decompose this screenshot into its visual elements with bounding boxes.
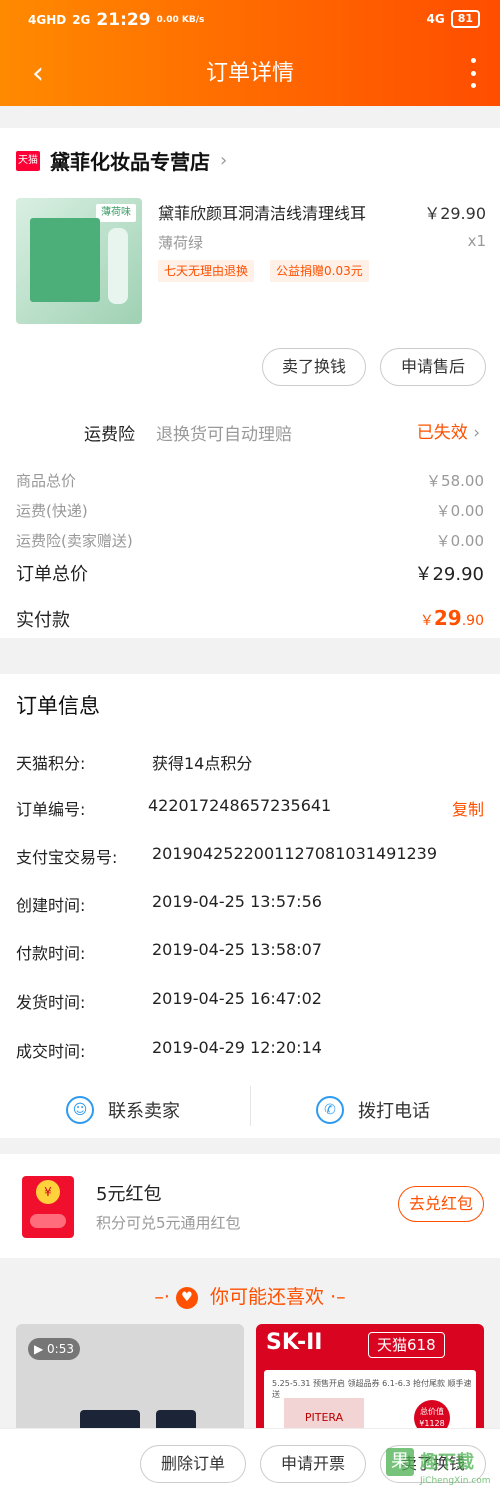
order-info-title: 订单信息 xyxy=(16,694,100,718)
info-value: 2019-04-29 12:20:14 xyxy=(152,1038,322,1057)
recommend-item-skii[interactable]: SK-II 天猫618 5.25-5.31 预售开启 领超品券 6.1-6.3 … xyxy=(256,1324,484,1444)
heart-icon: ♥ xyxy=(175,1286,198,1309)
watermark: 果 趣下载 JiChengXin.com xyxy=(386,1446,498,1492)
sell-button[interactable]: 卖了换钱 xyxy=(262,348,366,386)
product-quantity: x1 xyxy=(467,232,486,250)
tmall-badge-icon: 天猫 xyxy=(16,150,40,171)
recommend-title: –· ♥ 你可能还喜欢 ·– xyxy=(154,1286,346,1309)
freight-insurance-desc: 退换货可自动理赔 xyxy=(156,425,292,445)
total-label: 订单总价 xyxy=(16,564,88,585)
order-info-card: 订单信息 天猫积分: 获得14点积分 订单编号: 422017248657235… xyxy=(0,674,500,1138)
after-sale-button[interactable]: 申请售后 xyxy=(380,348,486,386)
phone-icon: ✆ xyxy=(316,1096,344,1124)
more-vertical-icon[interactable] xyxy=(468,58,478,88)
thumb-label: 薄荷味 xyxy=(96,204,136,222)
cost-row: 商品总价 ￥58.00 xyxy=(16,470,484,491)
delete-order-button[interactable]: 删除订单 xyxy=(140,1445,246,1483)
cost-value: ￥0.00 xyxy=(435,502,484,520)
order-total-row: 订单总价 ￥29.90 xyxy=(16,560,484,586)
promo-line: 5.25-5.31 预售开启 领超品券 6.1-6.3 抢付尾款 顺手速送 xyxy=(272,1379,472,1399)
product-price: ￥29.90 xyxy=(424,204,486,223)
page-title: 订单详情 xyxy=(205,61,294,86)
chevron-right-icon: › xyxy=(220,150,228,171)
call-button[interactable]: ✆ 拨打电话 xyxy=(316,1082,430,1138)
freight-status-text: 已失效 xyxy=(416,423,468,443)
info-value: 获得14点积分 xyxy=(152,754,253,773)
info-label: 创建时间: xyxy=(16,896,86,915)
status-bar: 4GHD 2G 21:29 0.00 KB/s 4G 81 xyxy=(0,6,500,32)
freight-insurance-label: 运费险 xyxy=(84,425,135,445)
net-speed: 0.00 KB/s xyxy=(156,15,205,25)
red-packet-card: ¥ 5元红包 积分可兑5元通用红包 去兑红包 xyxy=(0,1154,500,1258)
info-label: 支付宝交易号: xyxy=(16,848,118,867)
red-packet-title: 5元红包 xyxy=(96,1184,162,1205)
info-value: 2019042522001127081031491239 xyxy=(152,844,438,863)
nav-bar: ‹ 订单详情 xyxy=(0,50,500,98)
info-label: 发货时间: xyxy=(16,993,86,1012)
cost-label: 商品总价 xyxy=(16,472,77,490)
watermark-text: 趣下载 xyxy=(420,1452,474,1473)
cost-value: ￥58.00 xyxy=(426,472,484,490)
recommend-item-video[interactable]: ▶ 0:53 xyxy=(16,1324,244,1444)
cost-label: 运费险(卖家赠送) xyxy=(16,532,133,550)
red-packet-icon: ¥ xyxy=(22,1176,74,1238)
product-title[interactable]: 黛菲欣颜耳洞清洁线清理线耳 xyxy=(158,200,398,224)
info-label: 订单编号: xyxy=(16,800,86,819)
watermark-logo: 果 xyxy=(386,1448,414,1476)
product-tube-image xyxy=(108,228,128,304)
info-value: 2019-04-25 16:47:02 xyxy=(152,989,322,1008)
return-policy-tag: 七天无理由退换 xyxy=(158,260,255,282)
order-product-card: 天猫 黛菲化妆品专营店 › 薄荷味 黛菲欣颜耳洞清洁线清理线耳 ￥29.90 薄… xyxy=(0,128,500,638)
cost-label: 运费(快递) xyxy=(16,502,88,520)
call-label: 拨打电话 xyxy=(358,1101,430,1122)
red-packet-subtitle: 积分可兑5元通用红包 xyxy=(96,1214,241,1232)
brand-logo: SK-II xyxy=(266,1330,323,1355)
product-thumbnail[interactable]: 薄荷味 xyxy=(16,198,142,324)
total-value: ￥29.90 xyxy=(414,564,484,585)
product-spec: 薄荷绿 xyxy=(158,234,204,252)
promo-tag: 天猫618 xyxy=(368,1332,445,1358)
clock: 21:29 xyxy=(96,10,151,30)
contact-seller-label: 联系卖家 xyxy=(108,1101,180,1122)
network-indicator-3: 4G xyxy=(426,12,445,26)
info-value: 2019-04-25 13:58:07 xyxy=(152,940,322,959)
shop-name: 黛菲化妆品专营店 xyxy=(50,150,210,174)
product-box-image xyxy=(30,218,100,302)
paid-row: 实付款 ￥29.90 xyxy=(16,606,484,632)
watermark-url: JiChengXin.com xyxy=(420,1476,491,1486)
cost-value: ￥0.00 xyxy=(435,532,484,550)
chat-icon: ☺ xyxy=(66,1096,94,1124)
contact-seller-button[interactable]: ☺ 联系卖家 xyxy=(66,1082,180,1138)
paid-value: ￥29.90 xyxy=(419,606,484,630)
invoice-button[interactable]: 申请开票 xyxy=(260,1445,366,1483)
redeem-red-packet-button[interactable]: 去兑红包 xyxy=(398,1186,484,1222)
cost-row: 运费(快递) ￥0.00 xyxy=(16,500,484,521)
cost-row: 运费险(卖家赠送) ￥0.00 xyxy=(16,530,484,551)
copy-button[interactable]: 复制 xyxy=(452,796,484,820)
info-label: 成交时间: xyxy=(16,1042,86,1061)
network-indicator: 4GHD xyxy=(28,13,67,27)
video-duration: ▶ 0:53 xyxy=(28,1338,80,1360)
divider xyxy=(250,1086,251,1126)
app-header: 4GHD 2G 21:29 0.00 KB/s 4G 81 ‹ 订单详情 xyxy=(0,0,500,106)
chevron-right-icon: › xyxy=(473,423,480,443)
info-label: 天猫积分: xyxy=(16,754,86,773)
charity-tag: 公益捐赠0.03元 xyxy=(270,260,369,282)
info-label: 付款时间: xyxy=(16,944,86,963)
info-value: 2019-04-25 13:57:56 xyxy=(152,892,322,911)
network-indicator-2: 2G xyxy=(72,13,91,27)
shop-header[interactable]: 天猫 黛菲化妆品专营店 › xyxy=(16,146,227,175)
recommend-title-text: 你可能还喜欢 xyxy=(210,1286,325,1308)
paid-label: 实付款 xyxy=(16,610,70,631)
freight-insurance-status[interactable]: 已失效 › xyxy=(417,418,480,443)
battery-icon: 81 xyxy=(450,10,480,28)
order-number: 422017248657235641 xyxy=(148,796,332,815)
